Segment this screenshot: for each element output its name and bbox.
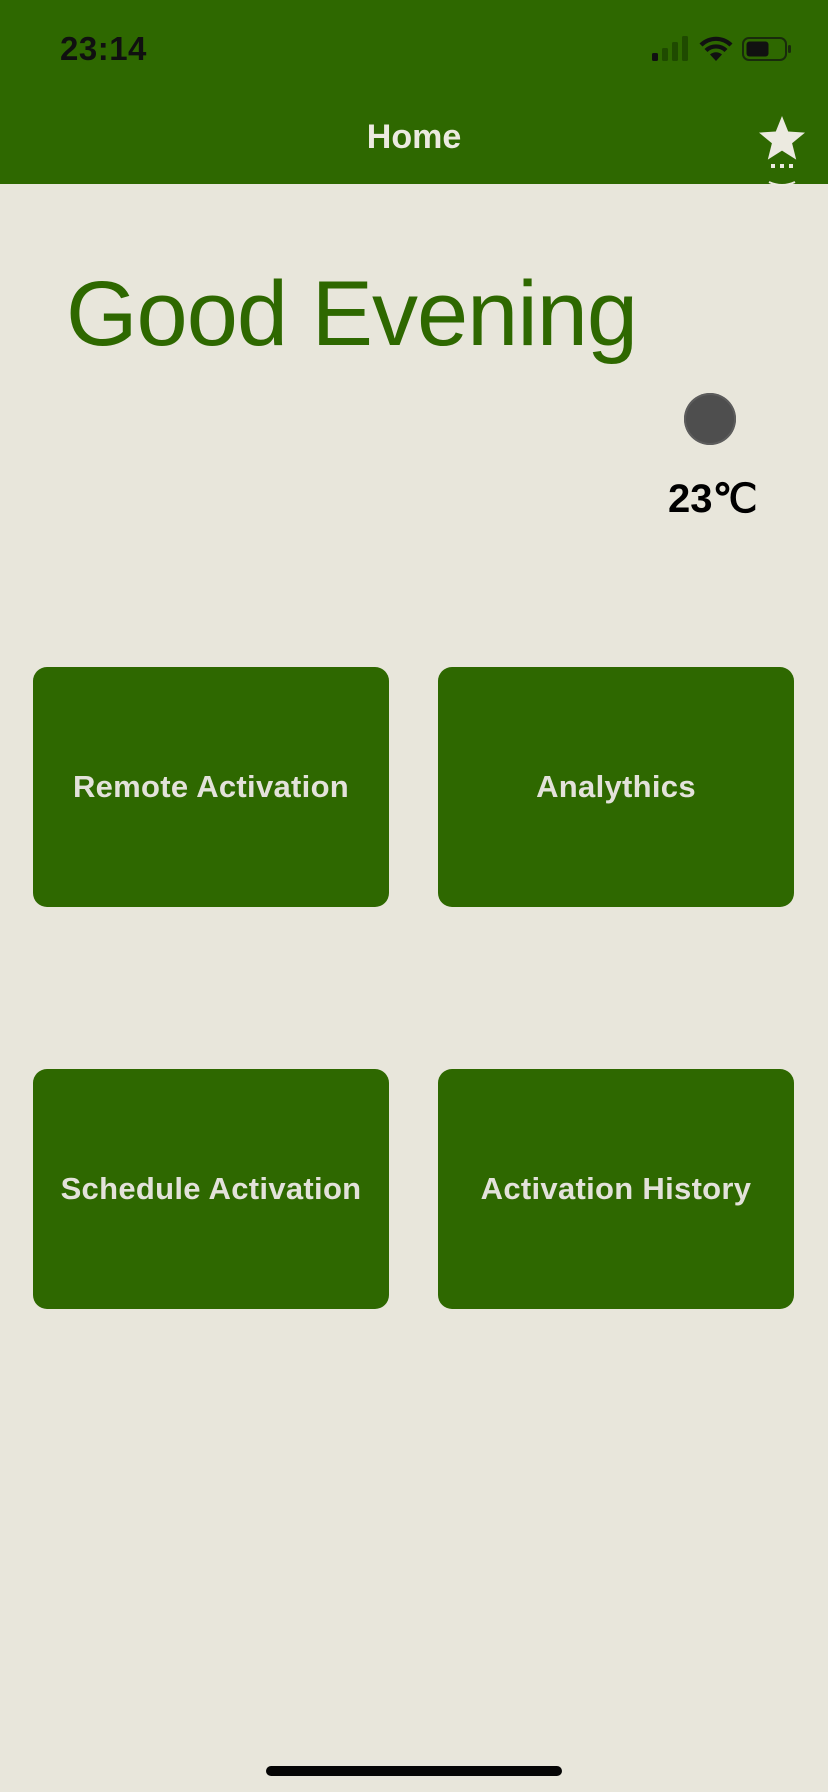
remote-activation-button[interactable]: Remote Activation [33,667,389,907]
status-bar-time: 23:14 [60,30,147,67]
activation-history-label: Activation History [480,1171,752,1206]
wifi-icon [699,36,733,61]
temperature-readout: 23℃ [668,477,758,521]
activation-history-button[interactable]: Activation History [438,1069,794,1309]
page-title: Home [366,118,462,156]
star-icon [759,116,805,186]
greeting-text: Good Evening [66,263,638,365]
schedule-activation-label: Schedule Activation [60,1171,362,1206]
battery-icon [742,37,791,61]
home-indicator[interactable] [266,1766,562,1776]
analytics-button[interactable]: Analythics [438,667,794,907]
navigation-header: 23:14 Home [0,0,828,186]
remote-activation-label: Remote Activation [72,769,350,804]
cellular-signal-icon [652,36,688,61]
analytics-label: Analythics [536,769,696,804]
favorites-button[interactable] [755,114,809,186]
weather-icon [684,393,736,445]
schedule-activation-button[interactable]: Schedule Activation [33,1069,389,1309]
